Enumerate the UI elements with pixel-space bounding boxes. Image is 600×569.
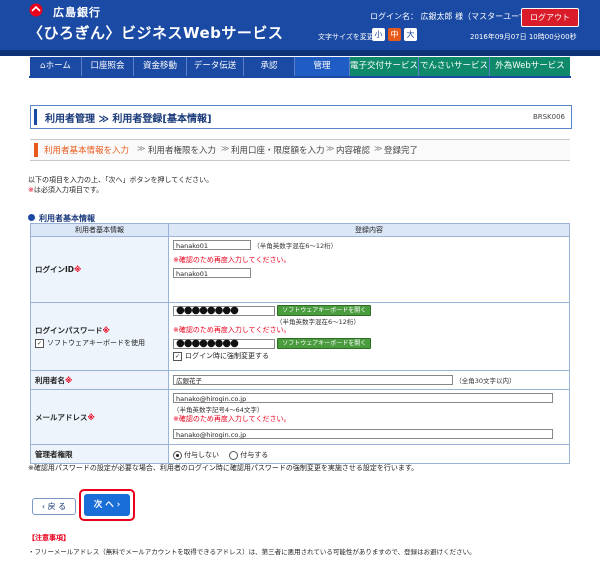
password-confirm-input[interactable]: ●●●●●●●● (173, 338, 275, 349)
step-basic-info: 利用者基本情報を入力 (44, 146, 130, 156)
step-arrow-icon: ≫ (221, 144, 230, 153)
nav-management[interactable]: 管理 (295, 57, 350, 76)
bank-logo-icon (29, 3, 43, 17)
table-row-password: ログインパスワード※ ✓ ソフトウェアキーボードを使用 ●●●●●●●● ソフトウ… (30, 302, 570, 371)
table-row-user-name: 利用者名※ 広銀花子 （全角30文字以内） (30, 370, 570, 390)
nav-data-transmission[interactable]: データ伝送 (187, 57, 244, 76)
service-name: 〈ひろぎん〉ビジネスWebサービス (28, 24, 284, 42)
software-kb-option[interactable]: ✓ ソフトウェアキーボードを使用 (35, 338, 168, 348)
table-header-info: 利用者基本情報 (30, 223, 169, 237)
table-header-content: 登録内容 (168, 223, 570, 237)
admin-radio-no[interactable] (173, 450, 182, 460)
table-row-admin: 管理者権限 付与しない 付与する (30, 444, 570, 464)
bank-name: 広島銀行 (53, 6, 101, 19)
step-bar-decoration (34, 143, 38, 157)
font-size-label: 文字サイズを変更 (318, 33, 374, 41)
back-button[interactable]: ‹ 戻 る (32, 498, 76, 515)
admin-label: 管理者権限 (30, 444, 169, 464)
table-row-email: メールアドレス※ hanako@hirogin.co.jp （半角英数字記号4～… (30, 389, 570, 445)
screen-id: BRSK006 (532, 113, 565, 121)
login-id-input[interactable]: hanako01 (173, 240, 251, 250)
footnote: ※確認用パスワードの設定が必要な場合、利用者のログイン時に確認用パスワードの強制… (28, 464, 419, 472)
login-info: ログイン名： 広銀太郎 様（マスターユーザ） (370, 12, 535, 21)
login-id-hint: （半角英数字混在6～12桁） (253, 242, 338, 250)
step-arrow-icon: ≫ (374, 144, 383, 153)
password-cell: ●●●●●●●● ソフトウェアキーボードを開く （半角英数字混在6～12桁） ※… (168, 302, 570, 371)
nav-e-delivery[interactable]: 電子交付サービス (350, 57, 419, 76)
email-confirm-msg: ※確認のため再度入力してください。 (173, 415, 291, 423)
page-title: 利用者管理 ≫ 利用者登録[基本情報] (45, 114, 212, 125)
admin-cell: 付与しない 付与する (168, 444, 570, 464)
user-name-cell: 広銀花子 （全角30文字以内） (168, 370, 570, 390)
email-label: メールアドレス※ (30, 389, 169, 445)
nav-forex-web[interactable]: 外為Webサービス (490, 57, 570, 76)
password-confirm-msg: ※確認のため再度入力してください。 (173, 326, 291, 334)
password-label-cell: ログインパスワード※ ✓ ソフトウェアキーボードを使用 (30, 302, 169, 371)
nav-densai[interactable]: でんさいサービス (419, 57, 490, 76)
section-bullet-icon (28, 214, 35, 221)
intro-line-2: ※は必須入力項目です。 (28, 186, 104, 194)
nav-approval[interactable]: 承認 (244, 57, 295, 76)
font-size-small-button[interactable]: 小 (372, 28, 385, 41)
intro-line-1: 以下の項目を入力の上、「次へ」ボタンを押してください。 (28, 176, 214, 184)
chevron-right-icon: › (113, 500, 121, 510)
caution-title: 【注意事項】 (28, 534, 70, 542)
nav-underline (29, 76, 571, 78)
font-size-medium-button[interactable]: 中 (388, 28, 401, 41)
datetime: 2016年09月07日 10時00分00秒 (470, 33, 577, 41)
user-basic-info-table: 利用者基本情報 登録内容 ログインID※ hanako01 （半角英数字混在6～… (30, 223, 570, 464)
step-permissions: 利用者権限を入力 (148, 146, 217, 156)
user-name-label: 利用者名※ (30, 370, 169, 390)
software-kb-checkbox[interactable]: ✓ (35, 338, 44, 348)
step-accounts-limits: 利用口座・限度額を入力 (231, 146, 325, 156)
intro-text: 以下の項目を入力の上、「次へ」ボタンを押してください。 ※は必須入力項目です。 (28, 175, 213, 195)
font-size-large-button[interactable]: 大 (404, 28, 417, 41)
nav-fund-transfer[interactable]: 資金移動 (134, 57, 187, 76)
open-software-kb-button-2[interactable]: ソフトウェアキーボードを開く (277, 338, 372, 349)
nav-home[interactable]: ⌂ホーム (30, 57, 82, 76)
email-confirm-input[interactable]: hanako@hirogin.co.jp (173, 429, 553, 439)
table-header-row: 利用者基本情報 登録内容 (30, 223, 570, 237)
user-name-input[interactable]: 広銀花子 (173, 375, 453, 385)
title-bar-decoration (34, 109, 37, 125)
force-change-checkbox[interactable]: ✓ (173, 351, 182, 361)
table-row-login-id: ログインID※ hanako01 （半角英数字混在6～12桁） ※確認のため再度… (30, 236, 570, 303)
force-change-option[interactable]: ✓ ログイン時に強制変更する (173, 351, 269, 361)
user-name-hint: （全角30文字以内） (455, 377, 516, 385)
step-indicator: 利用者基本情報を入力 ≫ 利用者権限を入力 ≫ 利用口座・限度額を入力 ≫ 内容… (30, 139, 570, 161)
login-id-label: ログインID※ (30, 236, 169, 303)
page-title-box: 利用者管理 ≫ 利用者登録[基本情報] BRSK006 (30, 105, 572, 129)
admin-option-yes[interactable]: 付与する (229, 450, 268, 460)
open-software-kb-button[interactable]: ソフトウェアキーボードを開く (277, 305, 372, 316)
logout-button[interactable]: ログアウト (521, 8, 579, 27)
next-button[interactable]: 次 へ › (84, 494, 130, 516)
global-nav: ⌂ホーム 口座照会 資金移動 データ伝送 承認 管理 電子交付サービス でんさい… (30, 57, 570, 76)
nav-account-inquiry[interactable]: 口座照会 (82, 57, 134, 76)
step-complete: 登録完了 (384, 146, 419, 156)
admin-radio-yes[interactable] (229, 450, 239, 460)
password-label: ログインパスワード※ (35, 326, 110, 335)
step-arrow-icon: ≫ (137, 144, 146, 153)
email-input[interactable]: hanako@hirogin.co.jp (173, 393, 553, 403)
header: 広島銀行 〈ひろぎん〉ビジネスWebサービス ログイン名： 広銀太郎 様（マスタ… (0, 0, 600, 56)
email-cell: hanako@hirogin.co.jp （半角英数字記号4～64文字） ※確認… (168, 389, 570, 445)
login-id-confirm-input[interactable]: hanako01 (173, 268, 251, 278)
email-hint: （半角英数字記号4～64文字） (173, 406, 264, 414)
login-id-cell: hanako01 （半角英数字混在6～12桁） ※確認のため再度入力してください… (168, 236, 570, 303)
admin-option-no[interactable]: 付与しない (173, 450, 219, 460)
password-input[interactable]: ●●●●●●●● (173, 305, 275, 316)
login-id-confirm-msg: ※確認のため再度入力してください。 (173, 256, 291, 264)
caution-text: ・フリーメールアドレス（無料でメールアカウントを取得できるアドレス）は、第三者に… (28, 548, 476, 556)
step-arrow-icon: ≫ (326, 144, 335, 153)
header-stripe (0, 50, 600, 56)
step-confirm: 内容確認 (336, 146, 371, 156)
